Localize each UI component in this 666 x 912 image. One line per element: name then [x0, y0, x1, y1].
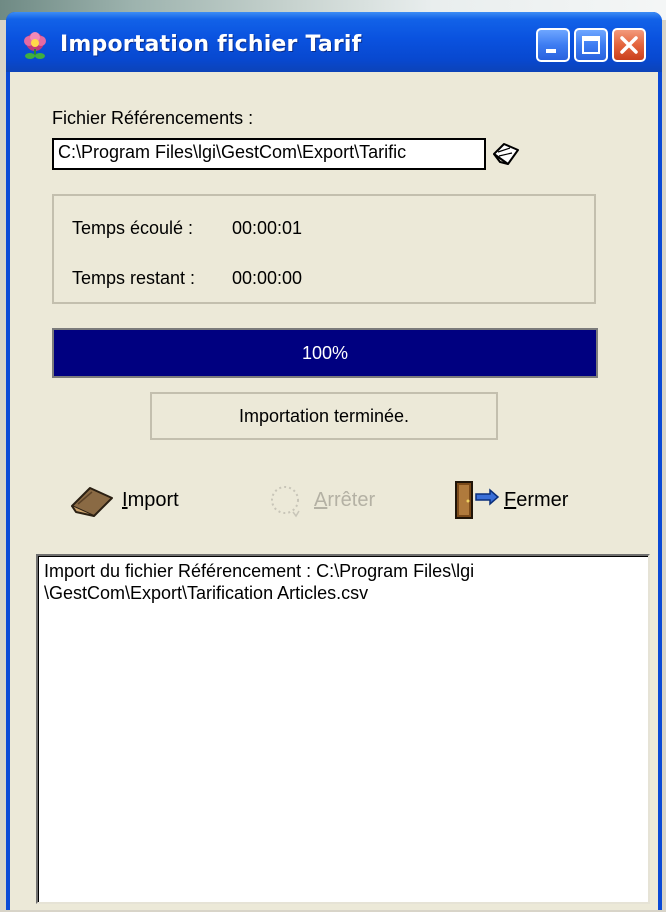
- flower-icon: [24, 32, 46, 59]
- progress-percent-label: 100%: [301, 342, 349, 363]
- close-mnemonic: F: [504, 488, 517, 511]
- door-exit-icon: [455, 481, 500, 519]
- import-dialog-window: Importation fichier Tarif Fichier Référe…: [6, 12, 662, 910]
- file-label: Fichier Référencements :: [52, 108, 254, 128]
- dialog-client-area: Fichier Référencements : C:\Program File…: [10, 72, 658, 910]
- maximize-button[interactable]: [574, 28, 608, 62]
- elapsed-time-label: Temps écoulé :: [72, 218, 194, 238]
- close-button[interactable]: Fermer: [450, 478, 568, 522]
- close-window-button[interactable]: [612, 28, 646, 62]
- spinner-icon: [271, 486, 300, 518]
- stop-button[interactable]: Arrêter: [260, 478, 375, 522]
- elapsed-time-value: 00:00:01: [232, 218, 303, 238]
- window-title: Importation fichier Tarif: [60, 32, 362, 57]
- folder-browse-icon[interactable]: [490, 140, 522, 170]
- file-path-input[interactable]: C:\Program Files\lgi\GestCom\Export\Tari…: [52, 138, 486, 170]
- remaining-time-label: Temps restant :: [72, 268, 196, 288]
- import-label: mport: [127, 488, 179, 511]
- import-log-textarea[interactable]: Import du fichier Référencement : C:\Pro…: [36, 554, 650, 904]
- maximize-icon: [582, 36, 600, 54]
- minimize-button[interactable]: [536, 28, 570, 62]
- import-button[interactable]: Import: [68, 478, 179, 522]
- progress-bar: 100%: [52, 328, 598, 378]
- minimize-icon: [546, 49, 556, 53]
- close-label: ermer: [516, 488, 569, 511]
- stop-mnemonic: A: [314, 488, 328, 511]
- status-message: Importation terminée.: [150, 392, 498, 440]
- stop-label: rrêter: [327, 488, 376, 511]
- close-icon: [620, 36, 638, 54]
- book-import-icon: [71, 487, 113, 517]
- title-bar[interactable]: Importation fichier Tarif: [6, 12, 662, 72]
- remaining-time-value: 00:00:00: [232, 268, 303, 288]
